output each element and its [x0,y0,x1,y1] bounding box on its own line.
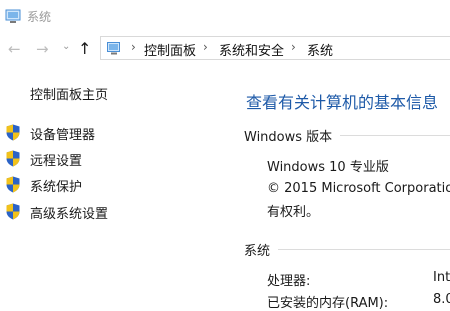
copyright-text-continued: 有权利。 [267,205,320,220]
page-title: 查看有关计算机的基本信息 [246,93,439,112]
uac-shield-icon [6,150,20,167]
section-divider [340,135,450,136]
back-button[interactable]: ← [8,40,21,58]
ram-label: 已安装的内存(RAM): [267,296,389,311]
uac-shield-icon [6,203,20,220]
breadcrumb-separator: › [131,40,136,54]
uac-shield-icon [6,176,20,193]
windows-edition-heading: Windows 版本 [244,130,333,145]
breadcrumb-separator: › [203,40,208,54]
sidebar-item-label: 高级系统设置 [30,207,109,222]
control-panel-home-link[interactable]: 控制面板主页 [30,84,108,103]
up-button[interactable]: ↑ [78,40,91,58]
address-bar[interactable]: › 控制面板 › 系统和安全 › 系统 [100,36,450,60]
breadcrumb-control-panel[interactable]: 控制面板 [144,40,196,59]
sidebar-item-label: 远程设置 [30,154,83,169]
sidebar-item-label: 系统保护 [30,180,83,195]
breadcrumb-separator: › [291,40,296,54]
copyright-text: © 2015 Microsoft Corporation [267,181,450,196]
window-title: 系统 [27,10,52,24]
recent-locations-button[interactable]: ⌄ [62,38,70,56]
processor-value: Int [433,270,450,285]
title-bar: 系统 [0,0,450,34]
breadcrumb-system[interactable]: 系统 [307,40,333,59]
control-panel-icon [107,42,120,55]
system-heading: 系统 [244,244,271,259]
edition-name: Windows 10 专业版 [267,160,389,175]
system-window-icon [5,9,21,23]
uac-shield-icon [6,124,20,141]
processor-label: 处理器: [267,274,311,289]
forward-button[interactable]: → [36,40,49,58]
sidebar-item-label: 设备管理器 [30,128,96,143]
breadcrumb-system-security[interactable]: 系统和安全 [219,40,284,59]
section-divider [278,249,450,250]
